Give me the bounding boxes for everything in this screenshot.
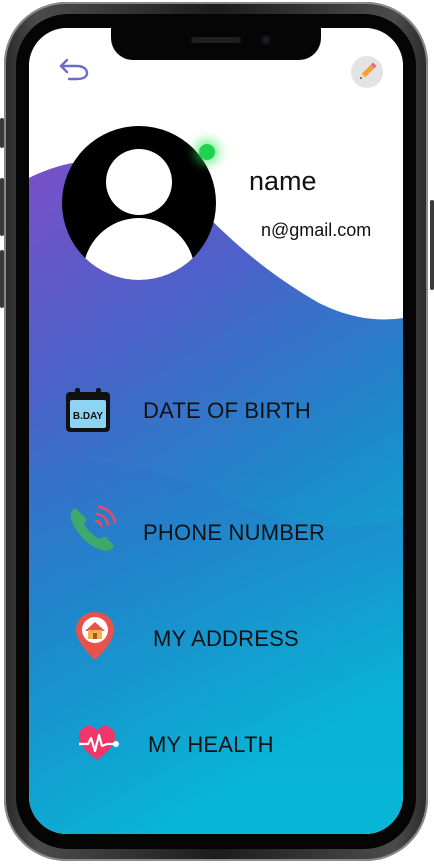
menu-item-label: PHONE NUMBER	[143, 520, 326, 545]
user-name: name	[249, 166, 317, 196]
menu-item-phone-number[interactable]: PHONE NUMBER	[29, 502, 403, 562]
pencil-icon	[359, 62, 377, 80]
undo-arrow-icon	[59, 58, 89, 81]
user-email: n@gmail.com	[261, 220, 372, 240]
menu-item-label: DATE OF BIRTH	[143, 398, 312, 423]
menu-item-my-address[interactable]: MY ADDRESS	[29, 610, 403, 670]
user-avatar-icon	[83, 149, 195, 280]
side-button-left-1	[0, 118, 4, 148]
side-button-left-3	[0, 250, 4, 308]
menu-item-label: MY ADDRESS	[153, 626, 299, 651]
home-location-pin-icon	[73, 610, 117, 667]
phone-mockup: name n@gmail.com B.DAY DATE OF BIRTH PHO…	[0, 0, 434, 865]
edit-profile-button[interactable]	[351, 56, 383, 88]
front-camera	[261, 35, 271, 45]
menu-item-my-health[interactable]: MY HEALTH	[29, 716, 403, 776]
online-status-indicator	[199, 144, 215, 160]
heart-pulse-icon	[77, 724, 121, 769]
birthday-calendar-icon: B.DAY	[64, 386, 112, 439]
phone-notch	[111, 28, 321, 60]
earpiece-speaker	[191, 37, 241, 43]
svg-text:B.DAY: B.DAY	[73, 411, 104, 422]
phone-ringing-icon	[67, 504, 119, 559]
menu-item-date-of-birth[interactable]: B.DAY DATE OF BIRTH	[29, 382, 403, 442]
menu-item-label: MY HEALTH	[148, 732, 274, 757]
back-button[interactable]	[57, 56, 91, 82]
side-button-right	[430, 200, 434, 290]
avatar[interactable]	[62, 126, 216, 280]
screen: name n@gmail.com B.DAY DATE OF BIRTH PHO…	[29, 28, 403, 834]
side-button-left-2	[0, 178, 4, 236]
